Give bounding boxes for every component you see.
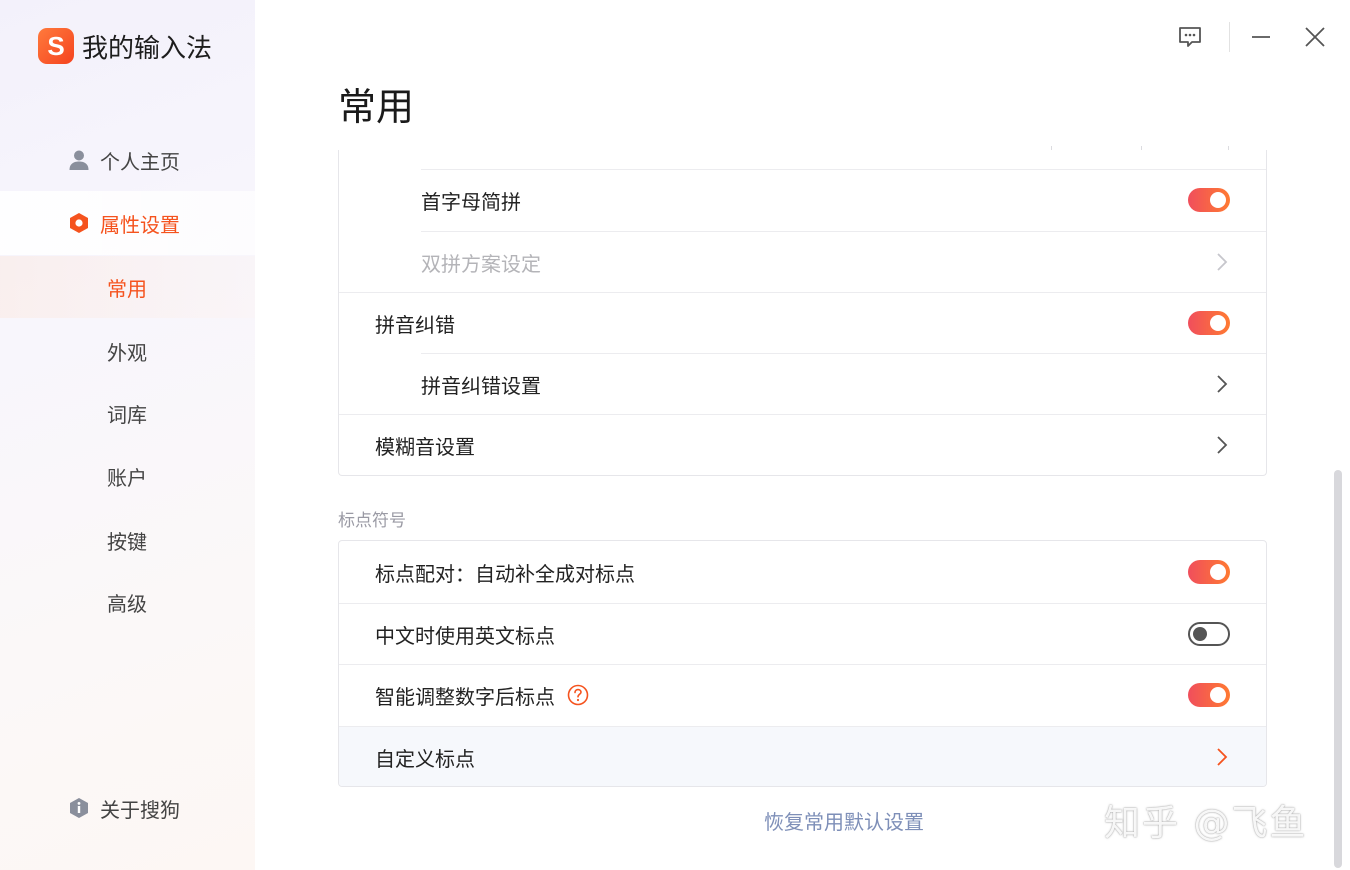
row-divider xyxy=(339,726,1266,727)
row-label: 双拼方案设定 xyxy=(421,251,541,276)
watermark: 知乎 @飞鱼 xyxy=(1104,803,1308,844)
row-label: 拼音纠错设置 xyxy=(421,373,541,398)
sidebar-item-label: 按键 xyxy=(107,529,147,554)
hexagon-settings-icon xyxy=(70,213,88,233)
row-divider xyxy=(421,353,1266,354)
app-brand: S 我的输入法 xyxy=(38,26,212,66)
close-icon xyxy=(1305,27,1325,47)
pinyin-settings-card: 首字母简拼 双拼方案设定 拼音纠错 拼音纠错设置 模糊音设置 xyxy=(338,150,1267,476)
chevron-right-icon xyxy=(1217,436,1228,454)
row-label: 模糊音设置 xyxy=(375,434,475,459)
window-controls xyxy=(1177,22,1328,52)
scrollbar-track[interactable] xyxy=(1334,470,1342,868)
sidebar-item-advanced[interactable]: 高级 xyxy=(0,571,255,633)
scrollbar-thumb[interactable] xyxy=(1334,470,1342,868)
row-punctuation-pairing[interactable]: 标点配对：自动补全成对标点 xyxy=(339,541,1266,603)
row-divider xyxy=(339,292,1266,293)
nav-item-profile[interactable]: 个人主页 xyxy=(0,128,255,192)
sidebar-item-label: 账户 xyxy=(107,465,147,490)
sidebar-item-label: 高级 xyxy=(107,591,147,616)
punctuation-pairing-toggle[interactable] xyxy=(1188,560,1230,584)
chevron-right-icon xyxy=(1217,375,1228,393)
feedback-icon xyxy=(1179,27,1201,47)
row-divider xyxy=(339,664,1266,665)
row-label: 自定义标点 xyxy=(375,746,475,771)
sidebar-item-label: 外观 xyxy=(107,340,147,365)
row-divider xyxy=(421,169,1266,170)
row-fuzzy-sound[interactable]: 模糊音设置 xyxy=(339,414,1266,475)
chevron-right-icon xyxy=(1217,748,1228,766)
row-label: 首字母简拼 xyxy=(421,189,521,214)
page-title: 常用 xyxy=(338,85,415,129)
sidebar-item-dictionary[interactable]: 词库 xyxy=(0,382,255,444)
app-title: 我的输入法 xyxy=(82,33,213,64)
row-english-punctuation[interactable]: 中文时使用英文标点 xyxy=(339,603,1266,665)
row-custom-punctuation[interactable]: 自定义标点 xyxy=(339,726,1266,786)
row-label: 智能调整数字后标点 xyxy=(375,684,555,709)
nav-item-label: 属性设置 xyxy=(100,212,180,237)
smart-number-punctuation-toggle[interactable] xyxy=(1188,683,1230,707)
user-icon xyxy=(69,150,89,170)
row-label-wrap: 智能调整数字后标点 xyxy=(375,681,589,710)
minimize-button[interactable] xyxy=(1248,24,1274,50)
sidebar-item-label: 常用 xyxy=(107,276,147,301)
sidebar: S 我的输入法 个人主页 属性设置 常用 外观 词库 账户 按键 高级 关于搜狗 xyxy=(0,0,255,870)
feedback-button[interactable] xyxy=(1177,24,1203,50)
row-initial-abbrev[interactable]: 首字母简拼 xyxy=(339,169,1266,231)
sidebar-item-label: 词库 xyxy=(107,402,147,427)
row-smart-number-punctuation[interactable]: 智能调整数字后标点 xyxy=(339,664,1266,726)
row-divider xyxy=(421,231,1266,232)
row-label: 拼音纠错 xyxy=(375,312,455,337)
help-question-icon[interactable] xyxy=(567,684,589,706)
controls-divider xyxy=(1229,22,1230,52)
row-pinyin-correction[interactable]: 拼音纠错 xyxy=(339,292,1266,354)
sidebar-item-account[interactable]: 账户 xyxy=(0,445,255,507)
nav-item-properties[interactable]: 属性设置 xyxy=(0,191,255,255)
row-shuangpin-scheme[interactable]: 双拼方案设定 xyxy=(339,231,1266,293)
nav-item-label: 个人主页 xyxy=(100,149,180,174)
punctuation-settings-card: 标点配对：自动补全成对标点 中文时使用英文标点 智能调整数字后标点 自定义标点 xyxy=(338,540,1267,787)
minimize-icon xyxy=(1252,36,1270,38)
english-punctuation-toggle[interactable] xyxy=(1188,622,1230,646)
row-divider xyxy=(339,414,1266,415)
row-pinyin-correction-settings[interactable]: 拼音纠错设置 xyxy=(339,353,1266,415)
row-divider xyxy=(339,603,1266,604)
sidebar-item-common[interactable]: 常用 xyxy=(0,256,255,318)
initial-abbrev-toggle[interactable] xyxy=(1188,188,1230,212)
section-label-punctuation: 标点符号 xyxy=(338,511,406,531)
row-label: 中文时使用英文标点 xyxy=(375,623,555,648)
sidebar-item-keys[interactable]: 按键 xyxy=(0,509,255,571)
pinyin-correction-toggle[interactable] xyxy=(1188,311,1230,335)
row-label: 标点配对：自动补全成对标点 xyxy=(375,561,635,586)
chevron-right-icon xyxy=(1217,253,1228,271)
close-button[interactable] xyxy=(1302,24,1328,50)
sogou-logo-icon: S xyxy=(38,28,74,64)
sidebar-item-appearance[interactable]: 外观 xyxy=(0,320,255,382)
